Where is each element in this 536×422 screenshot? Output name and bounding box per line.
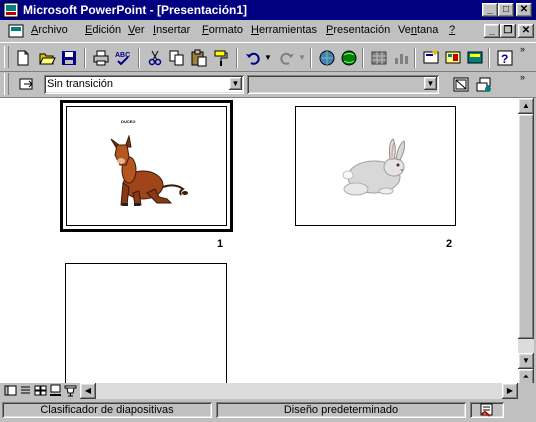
slide-thumbnail-3[interactable]	[65, 263, 227, 383]
vertical-scrollbar[interactable]: ▲ ▼ ⏶	[518, 98, 534, 385]
toolbar-separator	[414, 48, 416, 68]
chart-icon[interactable]	[392, 49, 410, 67]
toolbar-separator	[236, 48, 238, 68]
redo-icon[interactable]	[278, 49, 296, 67]
toolbar-separator	[362, 48, 364, 68]
svg-text:?: ?	[501, 52, 508, 66]
toolbar-separator	[138, 48, 140, 68]
slide-number-1: 1	[217, 238, 224, 250]
title-bar: Microsoft PowerPoint - [Presentación1] _…	[0, 0, 536, 20]
spell-check-status-icon	[480, 403, 493, 417]
print-icon[interactable]	[92, 49, 110, 67]
menu-ayuda[interactable]: ?	[449, 24, 455, 36]
new-slide-icon[interactable]	[422, 49, 440, 67]
status-spelling-panel[interactable]	[470, 402, 504, 418]
slide-show-icon[interactable]	[64, 384, 77, 397]
copy-icon[interactable]	[168, 49, 186, 67]
menu-formato[interactable]: Formato	[202, 24, 243, 36]
save-icon[interactable]	[60, 49, 78, 67]
transition-select[interactable]: Sin transición ▼	[44, 75, 244, 94]
powerpoint-app-icon[interactable]	[3, 2, 19, 18]
status-design: Diseño predeterminado	[216, 402, 466, 418]
menu-presentacion[interactable]: Presentación	[326, 24, 390, 36]
undo-icon[interactable]	[244, 49, 262, 67]
chevron-down-icon[interactable]: ▼	[229, 77, 242, 90]
slide-thumbnail-1[interactable]: DUCEO	[60, 100, 233, 232]
horizontal-scrollbar[interactable]: ◀ ▶	[80, 383, 518, 399]
cut-icon[interactable]	[146, 49, 164, 67]
slide-transition-icon[interactable]	[18, 76, 36, 94]
apply-design-icon[interactable]	[466, 49, 484, 67]
toolbar-grip[interactable]	[4, 46, 9, 68]
toolbar-more-icon[interactable]: »	[520, 72, 525, 82]
slide-sorter-view-icon[interactable]	[49, 384, 62, 397]
menu-archivo[interactable]: Archivo	[31, 24, 68, 36]
slide-view-icon[interactable]	[34, 384, 47, 397]
status-bar: Clasificador de diapositivas Diseño pred…	[0, 400, 536, 420]
close-button[interactable]: ✕	[516, 3, 532, 17]
outline-view-icon[interactable]	[19, 384, 32, 397]
scroll-down-button[interactable]: ▼	[518, 353, 534, 369]
menu-ventana[interactable]: Ventana	[398, 24, 438, 36]
toolbar-grip[interactable]	[4, 73, 9, 95]
web-toolbar-icon[interactable]	[340, 49, 358, 67]
hyperlink-icon[interactable]	[318, 49, 336, 67]
slide-1-caption: DUCEO	[121, 119, 136, 124]
status-view: Clasificador de diapositivas	[2, 402, 212, 418]
menu-herramientas[interactable]: Herramientas	[251, 24, 317, 36]
doc-minimize-button[interactable]: _	[484, 24, 500, 38]
slide-sorter-area[interactable]: DUCEO 1 2	[0, 98, 518, 383]
slide-number-2: 2	[446, 238, 453, 250]
summary-slide-icon[interactable]	[475, 76, 493, 94]
menu-edicion[interactable]: Edición	[85, 24, 121, 36]
toolbar-separator	[488, 48, 490, 68]
menu-insertar[interactable]: Insertar	[153, 24, 190, 36]
open-icon[interactable]	[38, 49, 56, 67]
toolbar-separator	[310, 48, 312, 68]
maximize-button[interactable]: □	[498, 3, 514, 17]
toolbar-separator	[84, 48, 86, 68]
format-painter-icon[interactable]	[212, 49, 230, 67]
vertical-scroll-thumb[interactable]	[518, 114, 534, 339]
view-and-hscroll-bar: ◀ ▶	[0, 383, 536, 400]
minimize-button[interactable]: _	[482, 3, 498, 17]
scroll-right-button[interactable]: ▶	[502, 383, 518, 399]
slide-thumbnail-2[interactable]	[295, 106, 456, 226]
toolbar-more-icon[interactable]: »	[520, 44, 525, 54]
paste-icon[interactable]	[190, 49, 208, 67]
document-icon[interactable]	[8, 23, 24, 39]
help-icon[interactable]: ?	[496, 49, 514, 67]
transition-select-value: Sin transición	[47, 78, 114, 90]
hide-slide-icon[interactable]	[452, 76, 470, 94]
window-title: Microsoft PowerPoint - [Presentación1]	[23, 3, 248, 17]
scroll-up-button[interactable]: ▲	[518, 98, 534, 114]
scroll-left-button[interactable]: ◀	[80, 383, 96, 399]
redo-dropdown-icon[interactable]: ▼	[298, 53, 306, 62]
slide-layout-icon[interactable]	[444, 49, 462, 67]
standard-toolbar: ABC ▼ ▼ ? »	[0, 42, 536, 72]
new-icon[interactable]	[14, 49, 32, 67]
donkey-image	[110, 135, 188, 206]
undo-dropdown-icon[interactable]: ▼	[264, 53, 272, 62]
spelling-icon[interactable]: ABC	[114, 49, 132, 67]
slide-sorter-toolbar: Sin transición ▼ ▼ »	[0, 72, 536, 98]
insert-table-icon[interactable]	[370, 49, 388, 67]
effect-select[interactable]: ▼	[247, 75, 439, 94]
doc-restore-button[interactable]: ❐	[500, 24, 516, 38]
menu-ver[interactable]: Ver	[128, 24, 145, 36]
menu-bar: Archivo Edición Ver Insertar Formato Her…	[0, 20, 536, 42]
empty-status-panel	[506, 402, 534, 418]
doc-close-button[interactable]: ✕	[518, 24, 534, 38]
rabbit-image	[342, 138, 405, 196]
normal-view-icon[interactable]	[4, 384, 17, 397]
chevron-down-icon[interactable]: ▼	[424, 77, 437, 90]
